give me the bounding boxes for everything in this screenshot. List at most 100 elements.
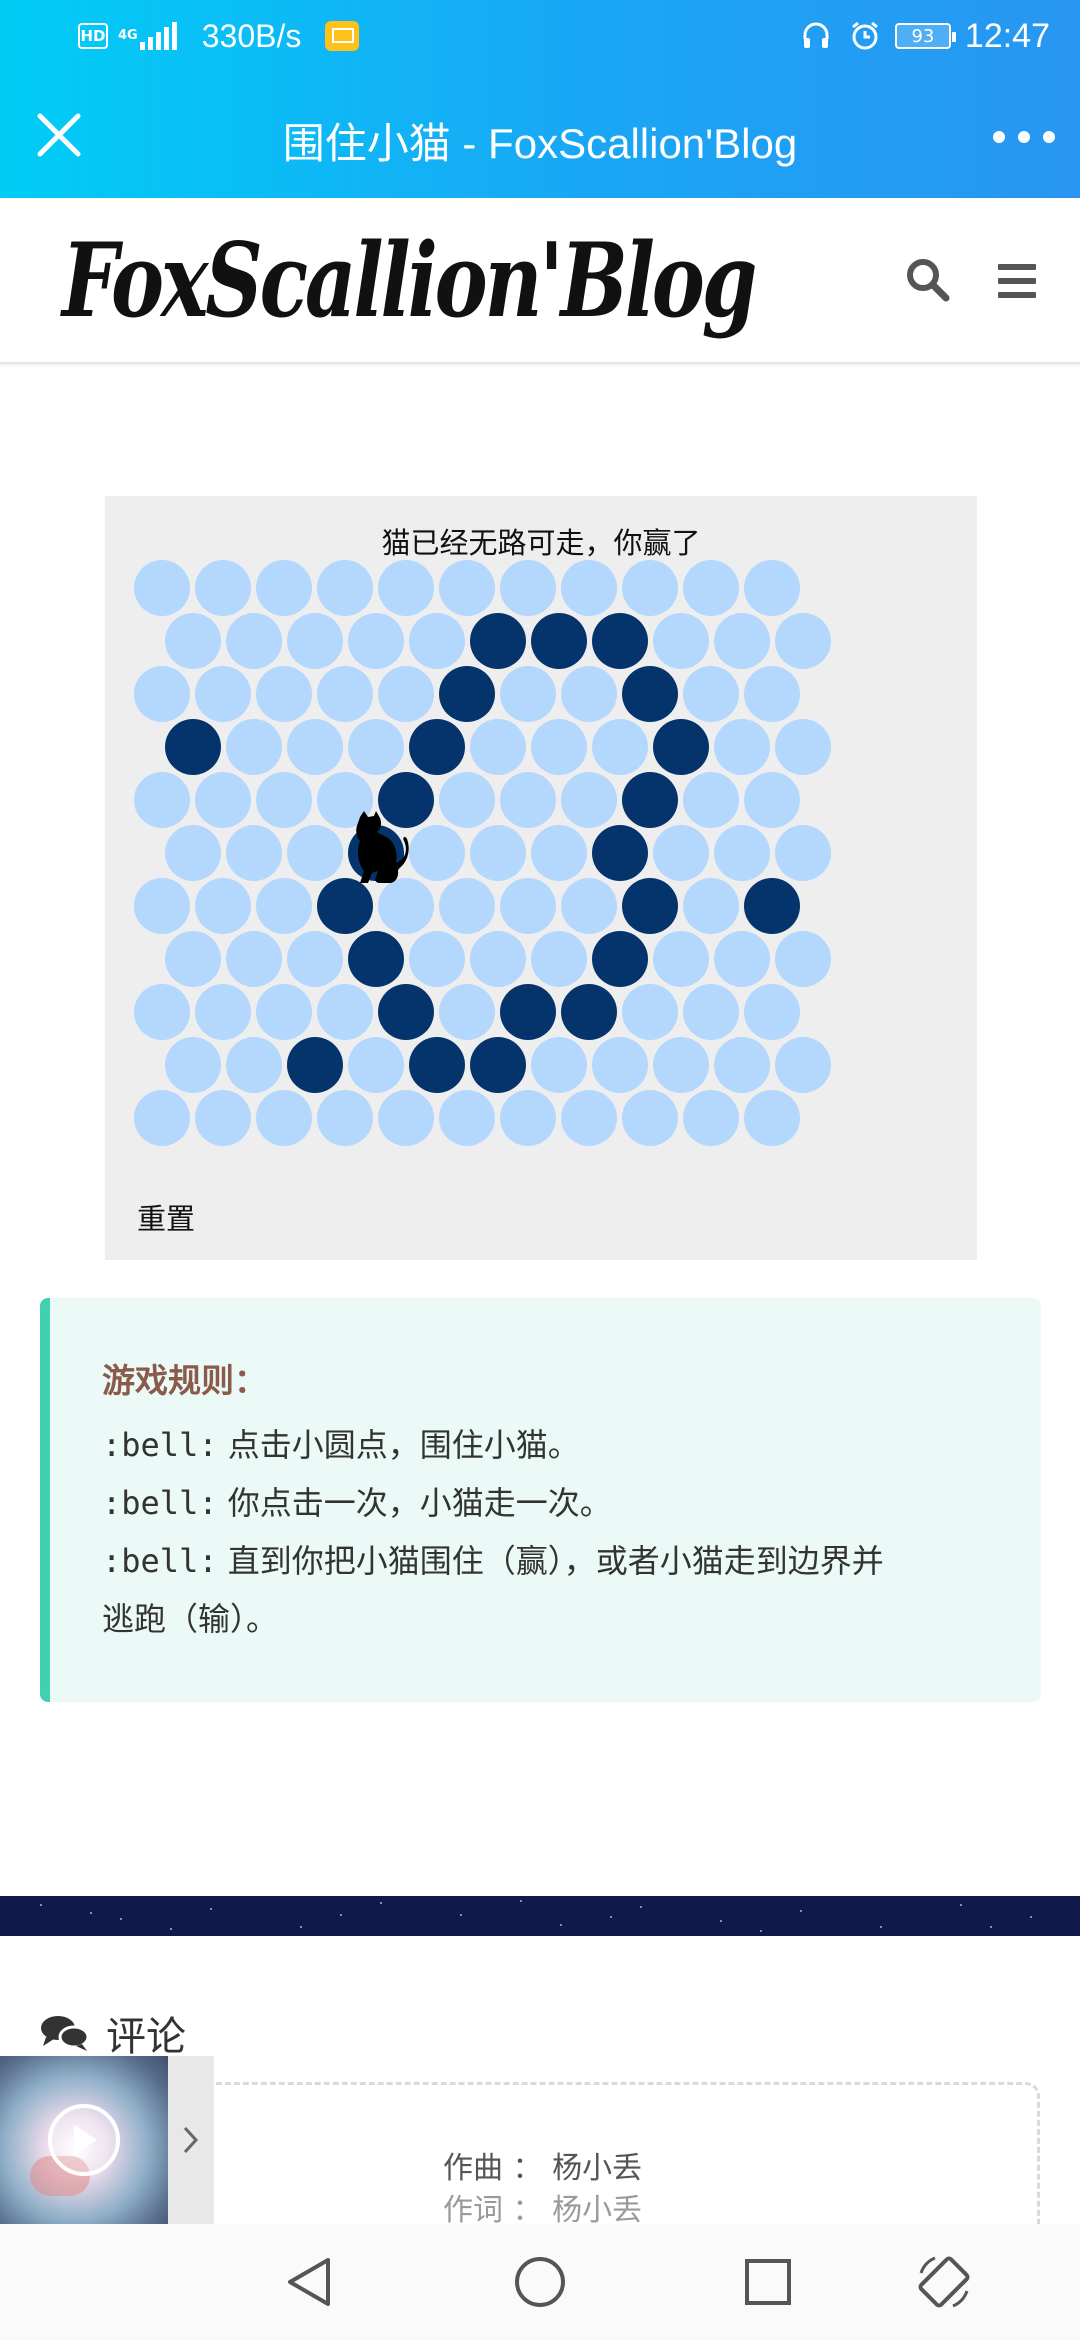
grid-dot[interactable] bbox=[134, 560, 190, 616]
grid-dot[interactable] bbox=[500, 878, 556, 934]
grid-dot[interactable] bbox=[164, 825, 221, 881]
grid-dot[interactable] bbox=[164, 613, 221, 669]
grid-dot[interactable] bbox=[225, 613, 282, 669]
grid-dot[interactable] bbox=[561, 878, 617, 934]
grid-dot[interactable] bbox=[225, 1037, 282, 1093]
grid-dot[interactable] bbox=[683, 984, 739, 1040]
home-button[interactable] bbox=[508, 2250, 572, 2314]
grid-dot[interactable] bbox=[530, 825, 587, 881]
grid-dot[interactable] bbox=[225, 719, 282, 775]
grid-dot[interactable] bbox=[317, 1090, 373, 1146]
grid-dot[interactable] bbox=[622, 984, 678, 1040]
grid-dot[interactable] bbox=[317, 560, 373, 616]
play-button[interactable] bbox=[48, 2104, 120, 2176]
grid-dot[interactable] bbox=[774, 931, 831, 987]
grid-dot[interactable] bbox=[469, 931, 526, 987]
grid-dot[interactable] bbox=[347, 719, 404, 775]
grid-dot[interactable] bbox=[378, 560, 434, 616]
grid-dot[interactable] bbox=[561, 666, 617, 722]
grid-dot[interactable] bbox=[774, 613, 831, 669]
grid-dot[interactable] bbox=[500, 772, 556, 828]
grid-dot[interactable] bbox=[500, 666, 556, 722]
grid-dot[interactable] bbox=[774, 825, 831, 881]
grid-dot[interactable] bbox=[652, 613, 709, 669]
grid-dot[interactable] bbox=[225, 931, 282, 987]
grid-dot[interactable] bbox=[744, 772, 800, 828]
grid-dot[interactable] bbox=[500, 560, 556, 616]
grid-dot[interactable] bbox=[500, 1090, 556, 1146]
grid-dot[interactable] bbox=[195, 666, 251, 722]
grid-dot[interactable] bbox=[439, 984, 495, 1040]
grid-dot[interactable] bbox=[469, 719, 526, 775]
rotate-screen-button[interactable] bbox=[912, 2250, 976, 2314]
grid-dot[interactable] bbox=[378, 878, 434, 934]
grid-dot[interactable] bbox=[744, 1090, 800, 1146]
grid-dot[interactable] bbox=[591, 1037, 648, 1093]
grid-dot[interactable] bbox=[134, 984, 190, 1040]
grid-dot[interactable] bbox=[622, 1090, 678, 1146]
grid-dot[interactable] bbox=[439, 560, 495, 616]
grid-dot[interactable] bbox=[530, 931, 587, 987]
recents-button[interactable] bbox=[736, 2250, 800, 2314]
player-expand-button[interactable] bbox=[168, 2056, 214, 2224]
grid-dot[interactable] bbox=[652, 931, 709, 987]
grid-dot[interactable] bbox=[561, 560, 617, 616]
grid-dot[interactable] bbox=[713, 719, 770, 775]
grid-dot[interactable] bbox=[439, 878, 495, 934]
grid-dot[interactable] bbox=[195, 984, 251, 1040]
grid-dot[interactable] bbox=[256, 772, 312, 828]
grid-dot[interactable] bbox=[744, 666, 800, 722]
grid-dot[interactable] bbox=[195, 560, 251, 616]
grid-dot[interactable] bbox=[408, 613, 465, 669]
grid-dot[interactable] bbox=[683, 666, 739, 722]
grid-dot[interactable] bbox=[713, 613, 770, 669]
grid-dot[interactable] bbox=[439, 1090, 495, 1146]
site-logo[interactable]: FoxScallion'Blog bbox=[62, 206, 757, 356]
grid-dot[interactable] bbox=[530, 719, 587, 775]
grid-dot[interactable] bbox=[286, 719, 343, 775]
grid-dot[interactable] bbox=[347, 613, 404, 669]
grid-dot[interactable] bbox=[347, 1037, 404, 1093]
grid-dot[interactable] bbox=[134, 878, 190, 934]
grid-dot[interactable] bbox=[591, 719, 648, 775]
grid-dot[interactable] bbox=[256, 1090, 312, 1146]
grid-dot[interactable] bbox=[134, 772, 190, 828]
grid-dot[interactable] bbox=[774, 1037, 831, 1093]
grid-dot[interactable] bbox=[622, 560, 678, 616]
grid-dot[interactable] bbox=[378, 1090, 434, 1146]
grid-dot[interactable] bbox=[774, 719, 831, 775]
menu-button[interactable] bbox=[994, 258, 1040, 304]
album-cover[interactable] bbox=[0, 2056, 168, 2224]
grid-dot[interactable] bbox=[683, 878, 739, 934]
back-button[interactable] bbox=[276, 2250, 340, 2314]
grid-dot[interactable] bbox=[561, 1090, 617, 1146]
grid-dot[interactable] bbox=[286, 613, 343, 669]
grid-dot[interactable] bbox=[713, 931, 770, 987]
grid-dot[interactable] bbox=[713, 1037, 770, 1093]
grid-dot[interactable] bbox=[195, 878, 251, 934]
more-options-button[interactable] bbox=[986, 112, 1062, 162]
grid-dot[interactable] bbox=[652, 1037, 709, 1093]
grid-dot[interactable] bbox=[195, 1090, 251, 1146]
grid-dot[interactable] bbox=[164, 1037, 221, 1093]
grid-dot[interactable] bbox=[134, 1090, 190, 1146]
grid-dot[interactable] bbox=[286, 825, 343, 881]
grid-dot[interactable] bbox=[408, 931, 465, 987]
grid-dot[interactable] bbox=[378, 666, 434, 722]
grid-dot[interactable] bbox=[286, 931, 343, 987]
grid-dot[interactable] bbox=[225, 825, 282, 881]
grid-dot[interactable] bbox=[683, 560, 739, 616]
grid-dot[interactable] bbox=[530, 1037, 587, 1093]
grid-dot[interactable] bbox=[561, 772, 617, 828]
grid-dot[interactable] bbox=[744, 560, 800, 616]
grid-dot[interactable] bbox=[164, 931, 221, 987]
grid-dot[interactable] bbox=[408, 825, 465, 881]
grid-dot[interactable] bbox=[317, 984, 373, 1040]
grid-dot[interactable] bbox=[256, 984, 312, 1040]
grid-dot[interactable] bbox=[317, 666, 373, 722]
grid-dot[interactable] bbox=[744, 984, 800, 1040]
grid-dot[interactable] bbox=[256, 560, 312, 616]
grid-dot[interactable] bbox=[683, 1090, 739, 1146]
grid-dot[interactable] bbox=[134, 666, 190, 722]
reset-button[interactable]: 重置 bbox=[137, 1196, 195, 1238]
